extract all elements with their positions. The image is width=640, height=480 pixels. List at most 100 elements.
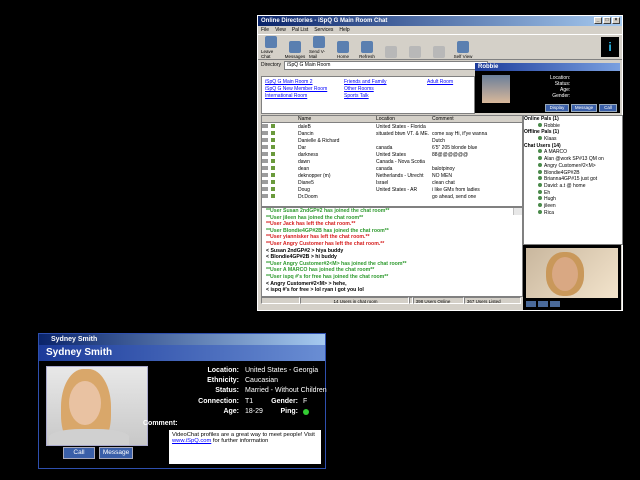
main-window-titlebar[interactable]: Online Directories - iSpQ G Main Room Ch… [258,16,622,26]
user-icon [271,172,275,177]
location-column-header[interactable]: Location [376,116,432,122]
video-control-button[interactable] [550,301,560,307]
user-location: United States - AR [376,186,418,193]
tree-item[interactable]: Blondie4GP#2B [524,170,622,177]
menu-pal-list[interactable]: Pal List [292,27,308,33]
room-link[interactable]: Adult Room [427,79,453,86]
tree-item[interactable]: Hugh [524,196,622,203]
camera-icon [262,179,268,184]
room-link[interactable]: Other Rooms [344,86,387,93]
tree-item[interactable]: Rica [524,210,622,217]
table-row[interactable]: Danielle & Richard Dutch [262,137,522,144]
user-icon [271,123,275,128]
location-label: Location: [207,367,240,374]
room-link[interactable]: International Room [265,93,327,100]
user-comment: Dutch [432,137,446,144]
chat-message: **User A MARCO has joined the chat room*… [266,267,375,274]
online-pals-group[interactable]: Online Pals (1) [524,116,622,123]
table-row[interactable]: Dancin situated btwn VT. & ME. come say Hi… [262,130,522,137]
refresh-label: Refresh [359,54,375,59]
user-location: canada [376,144,393,151]
messages-label: Messages [284,54,306,59]
table-row[interactable]: Dr.Doom go ahead, send one [262,193,522,200]
tree-item[interactable]: jileen [524,203,622,210]
room-link[interactable]: iSpQ G Main Room 2 [265,79,327,86]
video-control-button[interactable] [538,301,548,307]
status-column-header[interactable] [262,116,298,122]
user-name: daleB [298,123,311,130]
table-row[interactable]: Diane5 Israel clean chat [262,179,522,186]
room-link[interactable]: Sports Talk [344,93,387,100]
chat-message: < Blondie4GP#2B > hi buddy [266,254,337,261]
menu-services[interactable]: Services [314,27,333,33]
tree-item[interactable]: Eh [524,190,622,197]
user-comment: clean chat [432,179,455,186]
profile-gender-label: Gender: [552,93,571,99]
room-link[interactable]: Friends and Family [344,79,387,86]
menu-file[interactable]: File [261,27,269,33]
tree-item[interactable]: David: a.t @ home [524,183,622,190]
user-comment: i like GMs from ladies [432,186,480,193]
vmail-icon [313,36,325,48]
refresh-button[interactable]: Refresh [357,41,377,59]
messages-icon [289,41,301,53]
name-column-header[interactable]: Name [298,116,376,122]
display-button[interactable]: Display [545,104,569,112]
call-button[interactable]: Call [63,447,95,459]
user-status-icons [262,179,298,186]
user-comment: come say Hi, if'ye wanna [432,130,488,137]
chat-scrollbar[interactable] [513,208,522,215]
user-name: Danielle & Richard [298,137,340,144]
self-view-button[interactable]: Self View [453,41,473,59]
tree-item[interactable]: Brianna4GP#15 just got [524,176,622,183]
profile-call-button[interactable]: Call [599,104,617,112]
menu-help[interactable]: Help [339,27,349,33]
table-row[interactable]: dean canada balotpinoy [262,165,522,172]
send-vmail-button[interactable]: Send V-Mail [309,36,329,59]
comment-column-header[interactable]: Comment [432,116,512,122]
comment-box: VideoChat profiles are a great way to me… [169,430,321,464]
user-name: dean [298,165,310,172]
table-row[interactable]: darkness United States 88@@@@@@ [262,151,522,158]
tree-item[interactable]: Robbie [524,123,622,130]
user-comment: 88@@@@@@ [432,151,469,158]
chat-users-group[interactable]: Chat Users (14) [524,143,622,150]
messages-button[interactable]: Messages [285,41,305,59]
profile-message-button[interactable]: Message [571,104,597,112]
tree-item[interactable]: A MARCO [524,149,622,156]
message-button[interactable]: Message [99,447,133,459]
video-control-button[interactable] [526,301,536,307]
maximize-icon[interactable]: □ [603,17,611,24]
user-status-icons [262,144,298,151]
home-button[interactable]: Home [333,41,353,59]
tree-item[interactable]: Klaas [524,136,622,143]
popup-titlebar[interactable]: Sydney Smith [39,334,325,345]
table-row[interactable]: dawn Canada - Nova Scotia [262,158,522,165]
users-in-room-status: 14 Users in chat room [300,297,409,304]
user-status-icons [262,130,298,137]
chat-message: **User Jack has left the chat room.** [266,221,356,228]
chat-message: **User yiannisker has left the chat room… [266,234,370,241]
menu-view[interactable]: View [275,27,286,33]
disabled-tool-1 [381,46,401,59]
table-row[interactable]: deknopper (m) Netherlands - Utrecht NO MEN [262,172,522,179]
users-listed-status: 367 Users Listed [463,297,521,304]
user-name: Diane5 [298,179,314,186]
room-link[interactable]: iSpQ G New Member Room [265,86,327,93]
minimize-icon[interactable]: _ [594,17,602,24]
table-row[interactable]: daleB United States - Florida [262,123,522,130]
directory-field[interactable]: iSpQ G Main Room [284,60,489,70]
ping-label: Ping: [280,408,299,415]
tree-item[interactable]: Alan @work SP#13 QM on [524,156,622,163]
connection-label: Connection: [198,398,239,405]
leave-chat-button[interactable]: Leave Chat [261,36,281,59]
disabled-tool-3 [429,46,449,59]
table-row[interactable]: Doug United States - AR i like GMs from la… [262,186,522,193]
offline-pals-group[interactable]: Offline Pals (1) [524,129,622,136]
website-link[interactable]: www.iSpQ.com [172,438,211,444]
tree-item[interactable]: Angry Customer#2<M> [524,163,622,170]
table-row[interactable]: Dar canada 6'5" 205 blonde blue [262,144,522,151]
user-icon [271,158,275,163]
close-icon[interactable]: × [612,17,620,24]
app-logo: i [601,37,619,57]
